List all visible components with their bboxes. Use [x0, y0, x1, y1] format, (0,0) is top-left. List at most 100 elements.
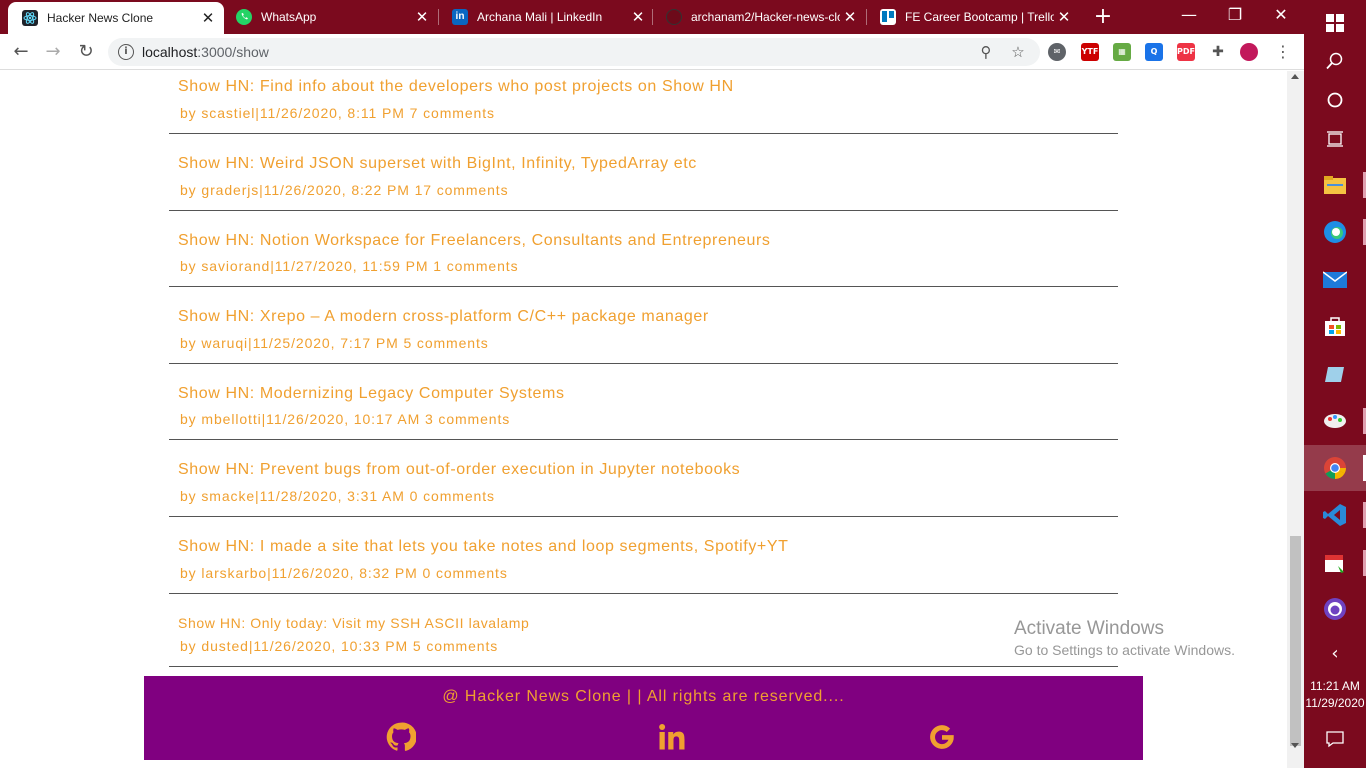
post-time: 11/26/2020, 10:17 AM	[266, 411, 421, 427]
tab-linkedin[interactable]: in Archana Mali | LinkedIn ✕	[438, 0, 654, 34]
menu-kebab-icon[interactable]: ⋮	[1270, 39, 1296, 65]
notes-app-icon[interactable]	[1304, 351, 1366, 397]
system-clock[interactable]: 11:21 AM 11/29/2020	[1304, 678, 1366, 712]
tab-whatsapp[interactable]: WhatsApp ✕	[222, 0, 438, 34]
close-icon[interactable]: ✕	[840, 8, 860, 26]
extension-tv-icon[interactable]: ▦	[1113, 43, 1131, 61]
post-title-link[interactable]: Show HN: Weird JSON superset with BigInt…	[178, 155, 697, 173]
back-button[interactable]: ←	[8, 39, 34, 65]
post-author[interactable]: graderjs	[201, 182, 259, 198]
trello-icon	[880, 9, 896, 25]
post-title-link[interactable]: Show HN: Find info about the developers …	[178, 78, 734, 96]
github-icon	[666, 9, 682, 25]
post-comments-link[interactable]: 17 comments	[415, 182, 509, 198]
post-time: 11/25/2020, 7:17 PM	[252, 335, 399, 351]
tab-hacker-news-clone[interactable]: Hacker News Clone ✕	[8, 2, 224, 34]
scroll-thumb[interactable]	[1290, 536, 1301, 746]
url-text: localhost:3000/show	[142, 44, 269, 60]
clock-date: 11/29/2020	[1305, 696, 1365, 710]
calendar-app-icon[interactable]	[1304, 540, 1366, 586]
browser-tab-strip: Hacker News Clone ✕ WhatsApp ✕ in Archan…	[0, 0, 1304, 34]
close-icon[interactable]: ✕	[412, 8, 432, 26]
post-comments-link[interactable]: 5 comments	[413, 638, 498, 654]
post-item: Show HN: Find info about the developers …	[169, 71, 1118, 134]
post-meta: by smacke|11/28/2020, 3:31 AM 0 comments	[180, 488, 495, 504]
edge-browser-icon[interactable]	[1304, 209, 1366, 255]
scroll-down-arrow-icon[interactable]	[1291, 743, 1299, 748]
clock-time: 11:21 AM	[1310, 679, 1360, 693]
github-desktop-icon[interactable]	[1304, 586, 1366, 632]
post-author[interactable]: mbellotti	[201, 411, 261, 427]
restore-button[interactable]: ❐	[1212, 0, 1258, 34]
forward-button[interactable]: →	[40, 39, 66, 65]
zoom-icon[interactable]: ⚲	[976, 42, 996, 62]
post-time: 11/26/2020, 8:11 PM	[259, 105, 405, 121]
post-author[interactable]: larskarbo	[201, 565, 267, 581]
tab-github[interactable]: archanam2/Hacker-news-clo ✕	[652, 0, 866, 34]
bookmark-star-icon[interactable]: ☆	[1008, 42, 1028, 62]
post-comments-link[interactable]: 3 comments	[425, 411, 510, 427]
tab-label: WhatsApp	[261, 10, 317, 24]
paint-app-icon[interactable]	[1304, 398, 1366, 444]
vscode-icon[interactable]	[1304, 492, 1366, 538]
post-author[interactable]: saviorand	[201, 258, 270, 274]
close-icon[interactable]: ✕	[1054, 8, 1074, 26]
task-view-icon[interactable]	[1304, 116, 1366, 162]
post-title-link[interactable]: Show HN: Only today: Visit my SSH ASCII …	[178, 615, 529, 631]
minimize-button[interactable]: —	[1166, 0, 1212, 34]
post-author[interactable]: waruqi	[201, 335, 248, 351]
post-time: 11/27/2020, 11:59 PM	[274, 258, 429, 274]
mail-icon[interactable]	[1304, 257, 1366, 303]
post-comments-link[interactable]: 1 comments	[433, 258, 518, 274]
post-author[interactable]: dusted	[201, 638, 248, 654]
new-tab-button[interactable]: +	[1092, 4, 1114, 30]
post-title-link[interactable]: Show HN: Prevent bugs from out-of-order …	[178, 461, 740, 479]
activate-windows-watermark: Activate Windows Go to Settings to activ…	[1014, 618, 1235, 658]
post-item: Show HN: Xrepo – A modern cross-platform…	[169, 287, 1118, 364]
post-time: 11/26/2020, 10:33 PM	[253, 638, 409, 654]
notifications-icon[interactable]	[1304, 716, 1366, 762]
browser-toolbar: ← → ↻ i localhost:3000/show ⚲ ☆ ✉ YTF ▦ …	[0, 34, 1304, 70]
scroll-up-arrow-icon[interactable]	[1291, 74, 1299, 79]
post-time: 11/26/2020, 8:32 PM	[271, 565, 418, 581]
profile-avatar[interactable]	[1240, 43, 1258, 61]
tab-trello[interactable]: FE Career Bootcamp | Trello ✕	[866, 0, 1080, 34]
chrome-icon[interactable]	[1304, 445, 1366, 491]
watermark-subtitle: Go to Settings to activate Windows.	[1014, 642, 1235, 658]
address-bar[interactable]: i localhost:3000/show ⚲ ☆	[108, 38, 1040, 66]
post-comments-link[interactable]: 0 comments	[410, 488, 495, 504]
post-title-link[interactable]: Show HN: Xrepo – A modern cross-platform…	[178, 308, 709, 326]
post-author[interactable]: smacke	[201, 488, 255, 504]
watermark-title: Activate Windows	[1014, 618, 1164, 639]
info-icon[interactable]: i	[118, 44, 134, 60]
extension-mail-icon[interactable]: ✉	[1048, 43, 1066, 61]
post-comments-link[interactable]: 5 comments	[403, 335, 488, 351]
extension-pdf-icon[interactable]: PDF	[1177, 43, 1195, 61]
extension-ytf-icon[interactable]: YTF	[1081, 43, 1099, 61]
post-item: Show HN: I made a site that lets you tak…	[169, 517, 1118, 594]
linkedin-icon: in	[452, 9, 468, 25]
post-comments-link[interactable]: 0 comments	[422, 565, 507, 581]
post-meta: by graderjs|11/26/2020, 8:22 PM 17 comme…	[180, 182, 509, 198]
post-meta: by scastiel|11/26/2020, 8:11 PM 7 commen…	[180, 105, 495, 121]
page-scrollbar[interactable]	[1287, 71, 1304, 768]
close-icon[interactable]: ✕	[198, 9, 218, 27]
close-icon[interactable]: ✕	[628, 8, 648, 26]
post-item: Show HN: Modernizing Legacy Computer Sys…	[169, 364, 1118, 440]
extension-search-icon[interactable]: Q	[1145, 43, 1163, 61]
tab-label: Hacker News Clone	[47, 11, 154, 25]
post-title-link[interactable]: Show HN: Modernizing Legacy Computer Sys…	[178, 385, 565, 403]
post-title-link[interactable]: Show HN: Notion Workspace for Freelancer…	[178, 232, 771, 250]
post-title-link[interactable]: Show HN: I made a site that lets you tak…	[178, 538, 789, 556]
linkedin-icon[interactable]	[657, 722, 687, 752]
file-explorer-icon[interactable]	[1304, 162, 1366, 208]
chevron-left-icon[interactable]: ‹	[1304, 630, 1366, 676]
extensions-puzzle-icon[interactable]: ✚	[1209, 43, 1227, 61]
store-icon[interactable]	[1304, 303, 1366, 349]
post-author[interactable]: scastiel	[201, 105, 255, 121]
close-window-button[interactable]: ✕	[1258, 0, 1304, 34]
google-icon[interactable]	[927, 722, 957, 752]
reload-button[interactable]: ↻	[73, 39, 99, 65]
github-icon[interactable]	[386, 722, 417, 752]
post-comments-link[interactable]: 7 comments	[410, 105, 495, 121]
